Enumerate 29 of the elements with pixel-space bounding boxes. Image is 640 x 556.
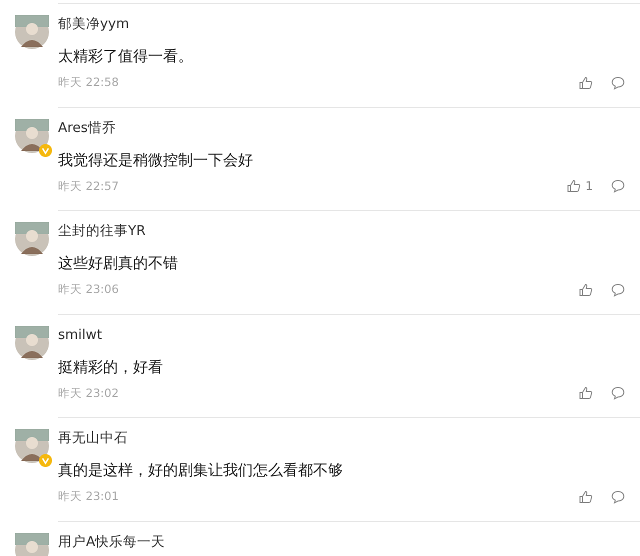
timestamp: 昨天 23:01: [58, 489, 119, 504]
user-name[interactable]: 再无山中石: [58, 430, 128, 447]
comment-text: 真的是这样，好的剧集让我们怎么看都不够: [58, 460, 343, 480]
verified-badge-icon: [39, 454, 52, 467]
user-name[interactable]: 郁美净yym: [58, 16, 130, 33]
comment-bubble-icon[interactable]: [611, 490, 625, 504]
timestamp: 昨天 23:02: [58, 386, 119, 400]
comment-text: 太精彩了值得一看。: [58, 46, 193, 66]
thumbs-up-icon[interactable]: [579, 386, 593, 400]
comment-bubble-icon[interactable]: [611, 76, 625, 90]
thumbs-up-icon[interactable]: [579, 76, 593, 90]
timestamp: 昨天 22:57: [58, 178, 119, 194]
timestamp: 昨天 22:58: [58, 75, 119, 90]
thumbs-up-icon[interactable]: [579, 490, 593, 504]
thumbs-up-icon[interactable]: [579, 282, 593, 296]
comment-bubble-icon[interactable]: [611, 386, 625, 400]
user-name[interactable]: Ares惜乔: [58, 120, 116, 136]
thumbs-up-icon[interactable]: [567, 179, 582, 193]
comment-bubble-icon[interactable]: [611, 179, 625, 193]
timestamp: 昨天 23:06: [58, 282, 119, 297]
comment-text: 我觉得还是稍微控制一下会好: [58, 150, 253, 170]
comment-bubble-icon[interactable]: [611, 282, 625, 296]
comment-text: 挺精彩的，好看: [58, 356, 163, 376]
user-name[interactable]: 用户A快乐每一天: [58, 534, 166, 550]
like-count: 1: [585, 179, 593, 193]
verified-badge-icon: [39, 144, 52, 156]
comment-text: 这些好剧真的不错: [58, 253, 178, 273]
user-name[interactable]: 尘封的往事YR: [58, 223, 146, 240]
user-name[interactable]: smilwt: [58, 326, 102, 344]
